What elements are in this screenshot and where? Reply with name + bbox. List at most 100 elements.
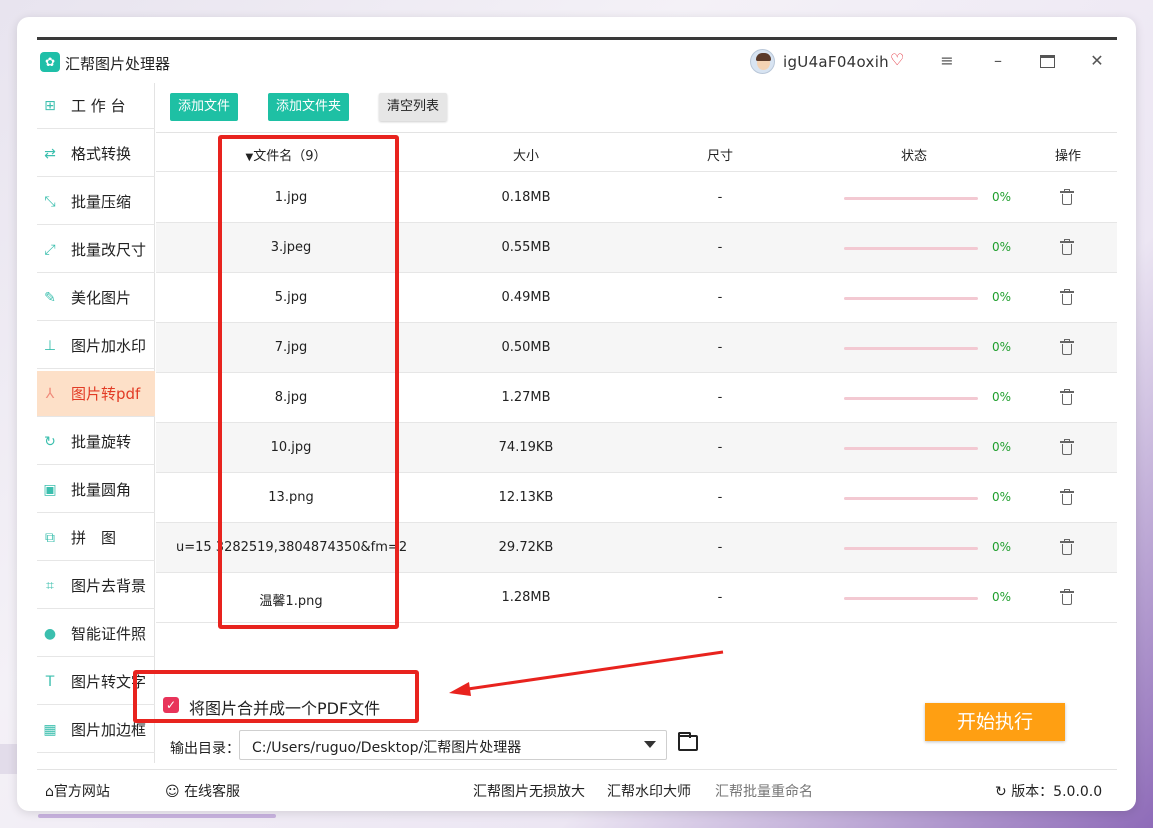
sidebar-item-batch-round[interactable]: ▣ 批量圆角 bbox=[37, 467, 155, 513]
start-button[interactable]: 开始执行 bbox=[925, 703, 1065, 741]
sidebar-item-label: 批量圆角 bbox=[71, 481, 132, 499]
progress-percent: 0% bbox=[992, 390, 1012, 404]
progress-percent: 0% bbox=[992, 340, 1012, 354]
app-title: 汇帮图片处理器 bbox=[65, 55, 171, 73]
dropdown-arrow-icon bbox=[644, 741, 656, 748]
size-cell: 74.19KB bbox=[498, 440, 554, 455]
progress-bar bbox=[844, 297, 978, 300]
annotation-filename-box bbox=[218, 135, 399, 629]
output-dir-select[interactable]: C:/Users/ruguo/Desktop/汇帮图片处理器 bbox=[239, 730, 667, 760]
background-bar bbox=[38, 814, 276, 818]
home-icon: ⌂ bbox=[45, 784, 54, 800]
watermark-icon: ⊥ bbox=[43, 337, 57, 354]
username[interactable]: igU4aF04oxih bbox=[783, 53, 889, 71]
merge-pdf-label[interactable]: 将图片合并成一个PDF文件 bbox=[189, 695, 380, 719]
progress-percent: 0% bbox=[992, 440, 1012, 454]
size-cell: 0.50MB bbox=[501, 340, 551, 355]
batch-rotate-icon: ↻ bbox=[44, 433, 56, 450]
sidebar-item-batch-compress[interactable]: ⤡ 批量压缩 bbox=[37, 179, 155, 225]
size-cell: 0.18MB bbox=[501, 190, 551, 205]
open-folder-icon[interactable] bbox=[678, 732, 698, 751]
vip-diamond-icon[interactable]: ♡ bbox=[890, 51, 908, 69]
app-logo-icon: ✿ bbox=[40, 52, 60, 72]
delete-icon[interactable] bbox=[1060, 589, 1074, 605]
sidebar-item-collage[interactable]: ⧉ 拼 图 bbox=[37, 515, 155, 561]
size-cell: 0.55MB bbox=[501, 240, 551, 255]
delete-icon[interactable] bbox=[1060, 239, 1074, 255]
batch-round-icon: ▣ bbox=[43, 481, 57, 498]
annotation-arrow bbox=[449, 650, 724, 696]
sidebar-item-label: 工 作 台 bbox=[71, 97, 126, 115]
sidebar-item-label: 美化图片 bbox=[71, 289, 132, 307]
dimensions-cell: - bbox=[717, 590, 723, 605]
sidebar-item-beautify[interactable]: ✎ 美化图片 bbox=[37, 275, 155, 321]
delete-icon[interactable] bbox=[1060, 389, 1074, 405]
support-link[interactable]: ☺ 在线客服 bbox=[165, 781, 240, 801]
lossless-upscale-link[interactable]: 汇帮图片无损放大 bbox=[473, 781, 585, 801]
sidebar-item-remove-bg[interactable]: ⌗ 图片去背景 bbox=[37, 563, 155, 609]
dimensions-cell: - bbox=[717, 190, 723, 205]
sidebar-item-label: 智能证件照 bbox=[71, 625, 147, 643]
dimensions-cell: - bbox=[717, 540, 723, 555]
delete-icon[interactable] bbox=[1060, 539, 1074, 555]
progress-bar bbox=[844, 597, 978, 600]
sidebar-item-label: 批量改尺寸 bbox=[71, 241, 147, 259]
version-info[interactable]: ↻ 版本：5.0.0.0 bbox=[995, 781, 1102, 801]
delete-icon[interactable] bbox=[1060, 189, 1074, 205]
action-header: 操作 bbox=[1054, 149, 1081, 164]
sidebar-item-watermark[interactable]: ⊥ 图片加水印 bbox=[37, 323, 155, 369]
beautify-icon: ✎ bbox=[44, 289, 56, 306]
add-file-button[interactable]: 添加文件 bbox=[170, 93, 239, 121]
collage-icon: ⧉ bbox=[45, 529, 55, 546]
output-dir-label: 输出目录： bbox=[170, 741, 240, 757]
progress-bar bbox=[844, 397, 978, 400]
progress-bar bbox=[844, 497, 978, 500]
menu-icon[interactable]: ≡ bbox=[936, 50, 958, 72]
progress-bar bbox=[844, 197, 978, 200]
batch-rename-link[interactable]: 汇帮批量重命名 bbox=[715, 781, 813, 801]
progress-bar bbox=[844, 447, 978, 450]
sidebar-item-label: 图片去背景 bbox=[71, 577, 147, 595]
size-cell: 0.49MB bbox=[501, 290, 551, 305]
sidebar-item-workbench[interactable]: ⊞ 工 作 台 bbox=[37, 83, 155, 129]
add-border-icon: ▦ bbox=[43, 721, 57, 738]
add-folder-button[interactable]: 添加文件夹 bbox=[268, 93, 350, 121]
delete-icon[interactable] bbox=[1060, 339, 1074, 355]
delete-icon[interactable] bbox=[1060, 439, 1074, 455]
image-to-pdf-icon: ⅄ bbox=[45, 385, 55, 402]
sidebar-item-format-convert[interactable]: ⇄ 格式转换 bbox=[37, 131, 155, 177]
website-link[interactable]: ⌂官方网站 bbox=[45, 781, 110, 801]
close-icon[interactable]: ✕ bbox=[1086, 50, 1108, 72]
workbench-icon: ⊞ bbox=[44, 97, 56, 114]
delete-icon[interactable] bbox=[1060, 289, 1074, 305]
sidebar-item-label: 图片转pdf bbox=[71, 385, 141, 403]
watermark-master-link[interactable]: 汇帮水印大师 bbox=[607, 781, 691, 801]
progress-bar bbox=[844, 547, 978, 550]
image-to-text-icon: T bbox=[45, 673, 55, 690]
dimensions-header: 尺寸 bbox=[706, 149, 733, 164]
dimensions-cell: - bbox=[717, 240, 723, 255]
batch-compress-icon: ⤡ bbox=[44, 193, 56, 210]
size-header: 大小 bbox=[512, 149, 539, 164]
progress-bar bbox=[844, 347, 978, 350]
minimize-icon[interactable]: – bbox=[987, 50, 1009, 72]
avatar[interactable] bbox=[750, 49, 775, 74]
sidebar: ⊞ 工 作 台 ⇄ 格式转换 ⤡ 批量压缩 ⤢ 批量改尺寸 ✎ 美化图片 ⊥ 图片加水印 ⅄ 图片转pdf… bbox=[37, 83, 155, 763]
sidebar-item-batch-rotate[interactable]: ↻ 批量旋转 bbox=[37, 419, 155, 465]
progress-percent: 0% bbox=[992, 490, 1012, 504]
dimensions-cell: - bbox=[717, 440, 723, 455]
merge-pdf-checkbox[interactable]: ✓ bbox=[163, 697, 179, 713]
dimensions-cell: - bbox=[717, 340, 723, 355]
maximize-icon[interactable] bbox=[1036, 50, 1058, 72]
progress-percent: 0% bbox=[992, 590, 1012, 604]
sidebar-item-batch-resize[interactable]: ⤢ 批量改尺寸 bbox=[37, 227, 155, 273]
sidebar-item-image-to-pdf[interactable]: ⅄ 图片转pdf bbox=[37, 371, 155, 417]
clear-list-button[interactable]: 清空列表 bbox=[379, 93, 448, 121]
id-photo-icon: ● bbox=[43, 625, 57, 642]
progress-percent: 0% bbox=[992, 540, 1012, 554]
sidebar-item-id-photo[interactable]: ● 智能证件照 bbox=[37, 611, 155, 657]
output-dir-value: C:/Users/ruguo/Desktop/汇帮图片处理器 bbox=[252, 740, 522, 756]
batch-resize-icon: ⤢ bbox=[44, 241, 56, 258]
delete-icon[interactable] bbox=[1060, 489, 1074, 505]
status-header: 状态 bbox=[900, 149, 927, 164]
